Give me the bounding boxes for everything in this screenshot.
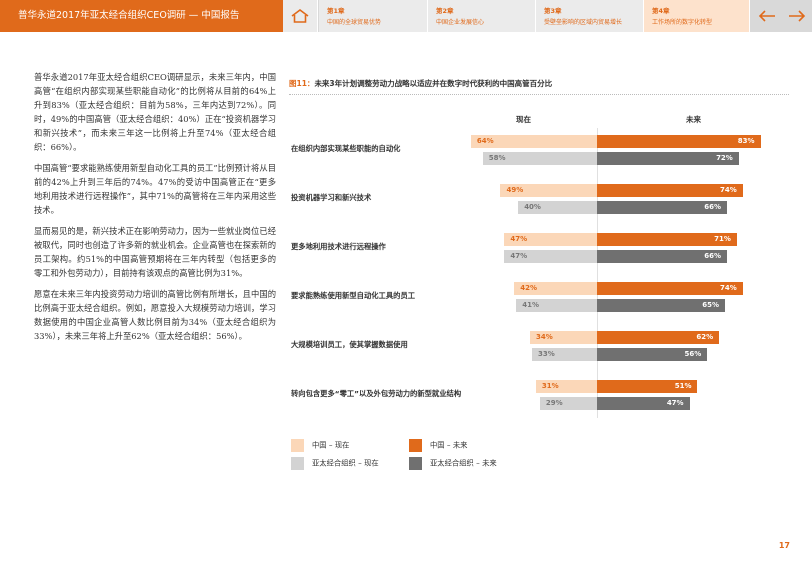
- bar-apec-future: 66%: [597, 201, 728, 214]
- arrow-right-icon: [789, 10, 806, 22]
- legend-label: 中国 – 未来: [430, 440, 468, 450]
- tab-chapter-name: 中国企业发展信心: [436, 19, 485, 26]
- legend-item-apec-future: 亚太经合组织 – 未来: [409, 457, 497, 470]
- tab-chapter-name: 受壁垒影响的区域内贸易增长: [544, 19, 623, 26]
- bar-apec-now: 41%: [516, 299, 597, 312]
- figure-caption: 未来3年计划调整劳动力战略以适应并在数字时代获利的中国高管百分比: [314, 79, 553, 88]
- report-title: 普华永道2017年亚太经合组织CEO调研 — 中国报告: [0, 0, 283, 32]
- row-label: 更多地利用技术进行远程操作: [291, 242, 386, 251]
- bar-apec-now: 58%: [482, 152, 597, 165]
- row-label: 要求能熟练使用新型自动化工具的员工: [291, 291, 416, 300]
- row-label: 大规模培训员工，使其掌握数据使用: [291, 340, 408, 349]
- divider: [289, 94, 789, 95]
- legend-swatch: [409, 439, 422, 452]
- prev-page-button[interactable]: [752, 0, 782, 32]
- legend-label: 中国 – 现在: [312, 440, 350, 450]
- tab-chapter-3[interactable]: 第3章 受壁垒影响的区域内贸易增长: [536, 0, 644, 32]
- chart-center-axis: [597, 128, 598, 418]
- legend-swatch: [291, 439, 304, 452]
- paragraph: 愿意在未来三年内投资劳动力培训的高管比例有所增长，且中国的比例高于亚太经合组织。…: [34, 289, 276, 341]
- tab-chapter-label: 第4章: [652, 7, 670, 15]
- bar-china-now: 42%: [514, 282, 597, 295]
- bar-apec-future: 72%: [597, 152, 739, 165]
- home-icon: [291, 9, 309, 23]
- bar-apec-now: 33%: [531, 348, 597, 361]
- legend-item-china-future: 中国 – 未来: [409, 439, 467, 452]
- bar-china-future: 74%: [597, 184, 743, 197]
- legend-item-apec-now: 亚太经合组织 – 现在: [291, 457, 379, 470]
- column-header-future: 未来: [686, 115, 701, 124]
- row-label: 在组织内部实现某些职能的自动化: [291, 144, 401, 153]
- top-nav-bar: 普华永道2017年亚太经合组织CEO调研 — 中国报告 第1章 中国的全球贸易优…: [0, 0, 812, 32]
- bar-apec-now: 29%: [539, 397, 597, 410]
- tab-chapter-1[interactable]: 第1章 中国的全球贸易优势: [319, 0, 428, 32]
- bar-china-now: 49%: [500, 184, 597, 197]
- tab-chapter-name: 中国的全球贸易优势: [327, 19, 382, 26]
- tab-chapter-2[interactable]: 第2章 中国企业发展信心: [428, 0, 536, 32]
- tab-chapter-4[interactable]: 第4章 工作场所的数字化转型: [644, 0, 750, 32]
- tab-chapter-label: 第1章: [327, 7, 345, 15]
- legend-swatch: [291, 457, 304, 470]
- bar-china-now: 31%: [535, 380, 597, 393]
- row-label: 转向包含更多“零工”以及外包劳动力的新型就业结构: [291, 389, 462, 398]
- figure-title: 图11：未来3年计划调整劳动力战略以适应并在数字时代获利的中国高管百分比: [289, 78, 552, 89]
- bar-apec-future: 47%: [597, 397, 690, 410]
- legend-label: 亚太经合组织 – 未来: [430, 458, 497, 468]
- bar-china-future: 83%: [597, 135, 761, 148]
- bar-china-future: 74%: [597, 282, 743, 295]
- bar-china-now: 64%: [470, 135, 597, 148]
- bar-china-now: 47%: [504, 233, 597, 246]
- next-page-button[interactable]: [782, 0, 812, 32]
- arrow-left-icon: [758, 10, 775, 22]
- tab-chapter-label: 第2章: [436, 7, 454, 15]
- row-label: 投资机器学习和新兴技术: [291, 193, 372, 202]
- paragraph: 显而易见的是，新兴技术正在影响劳动力，因为一些就业岗位已经被取代，同时也创造了许…: [34, 226, 276, 278]
- legend-swatch: [409, 457, 422, 470]
- bar-china-future: 62%: [597, 331, 720, 344]
- body-text: 普华永道2017年亚太经合组织CEO调研显示，未来三年内，中国高管“在组织内部实…: [34, 70, 276, 350]
- bar-china-future: 71%: [597, 233, 737, 246]
- tab-chapter-name: 工作场所的数字化转型: [652, 19, 713, 26]
- bar-china-future: 51%: [597, 380, 698, 393]
- column-header-now: 现在: [516, 115, 531, 124]
- bar-apec-future: 66%: [597, 250, 728, 263]
- figure-number: 图11：: [289, 79, 315, 88]
- paragraph: 中国高管“要求能熟练使用新型自动化工具的员工”比例预计将从目前的42%上升到三年…: [34, 163, 276, 215]
- bar-apec-now: 40%: [518, 201, 597, 214]
- home-button[interactable]: [283, 0, 318, 32]
- bar-china-now: 34%: [530, 331, 597, 344]
- legend-label: 亚太经合组织 – 现在: [312, 458, 379, 468]
- bar-apec-future: 65%: [597, 299, 726, 312]
- tab-chapter-label: 第3章: [544, 7, 562, 15]
- bar-apec-now: 47%: [504, 250, 597, 263]
- page-number: 17: [778, 541, 790, 550]
- paragraph: 普华永道2017年亚太经合组织CEO调研显示，未来三年内，中国高管“在组织内部实…: [34, 72, 276, 152]
- bar-apec-future: 56%: [597, 348, 708, 361]
- legend-item-china-now: 中国 – 现在: [291, 439, 349, 452]
